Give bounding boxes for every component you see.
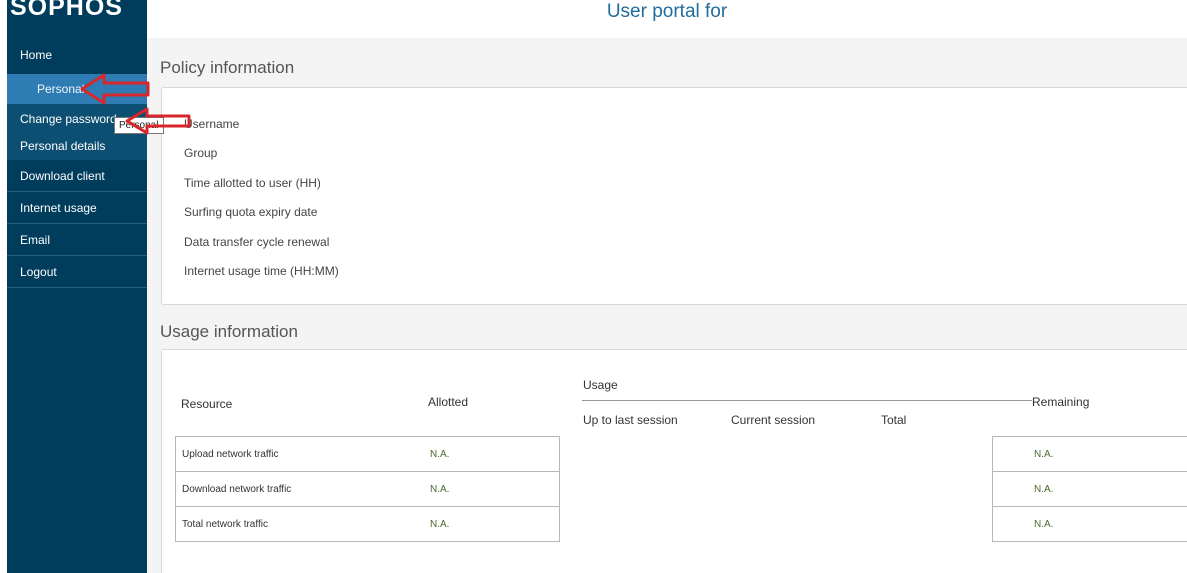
table-row-allotted: N.A.	[430, 449, 450, 460]
policy-row-quota-expiry: Surfing quota expiry date	[184, 205, 318, 219]
sidebar-item-download-client[interactable]: Download client	[7, 160, 147, 192]
policy-panel: Username Group Time allotted to user (HH…	[161, 87, 1187, 305]
policy-row-time-allotted: Time allotted to user (HH)	[184, 176, 321, 190]
sidebar-item-personal-details[interactable]: Personal details	[7, 132, 147, 160]
sidebar-item-email[interactable]: Email	[7, 224, 147, 256]
header-remaining: Remaining	[1032, 395, 1090, 409]
table-row-allotted: N.A.	[430, 519, 450, 530]
table-row-remaining: N.A.	[1034, 484, 1054, 495]
policy-row-usage-time: Internet usage time (HH:MM)	[184, 264, 339, 278]
header-usage: Usage	[583, 378, 618, 392]
row-divider	[992, 471, 1187, 472]
table-row-resource: Upload network traffic	[182, 449, 279, 460]
policy-section-title: Policy information	[160, 58, 295, 77]
policy-row-group: Group	[184, 146, 218, 160]
table-row-resource: Total network traffic	[182, 519, 268, 530]
page-title: User portal for	[606, 1, 728, 22]
row-divider	[175, 506, 560, 507]
annotation-arrow-personal	[80, 73, 150, 105]
usage-panel: Resource Allotted Usage Up to last sessi…	[161, 349, 1187, 573]
header-resource: Resource	[181, 397, 233, 411]
table-row-resource: Download network traffic	[182, 484, 292, 495]
table-row-remaining: N.A.	[1034, 519, 1054, 530]
usage-header-divider	[582, 400, 1032, 401]
table-row-remaining: N.A.	[1034, 449, 1054, 460]
annotation-arrow-change-password	[125, 107, 191, 135]
table-row-allotted: N.A.	[430, 484, 450, 495]
header-up-to-last-session: Up to last session	[583, 413, 678, 427]
header-allotted: Allotted	[428, 395, 469, 409]
page-header: User portal for	[147, 0, 1187, 38]
row-divider	[175, 471, 560, 472]
sophos-logo: SOPHOS	[10, 0, 123, 21]
usage-section-title: Usage information	[160, 322, 298, 341]
policy-row-cycle-renewal: Data transfer cycle renewal	[184, 235, 330, 249]
main-content: Policy information Username Group Time a…	[147, 38, 1187, 573]
sidebar-item-internet-usage[interactable]: Internet usage	[7, 192, 147, 224]
sidebar-item-home[interactable]: Home	[7, 38, 147, 74]
row-divider	[992, 506, 1187, 507]
sidebar-item-logout[interactable]: Logout	[7, 256, 147, 288]
header-total: Total	[881, 413, 907, 427]
header-current-session: Current session	[731, 413, 816, 427]
usage-right-block	[992, 436, 1187, 542]
